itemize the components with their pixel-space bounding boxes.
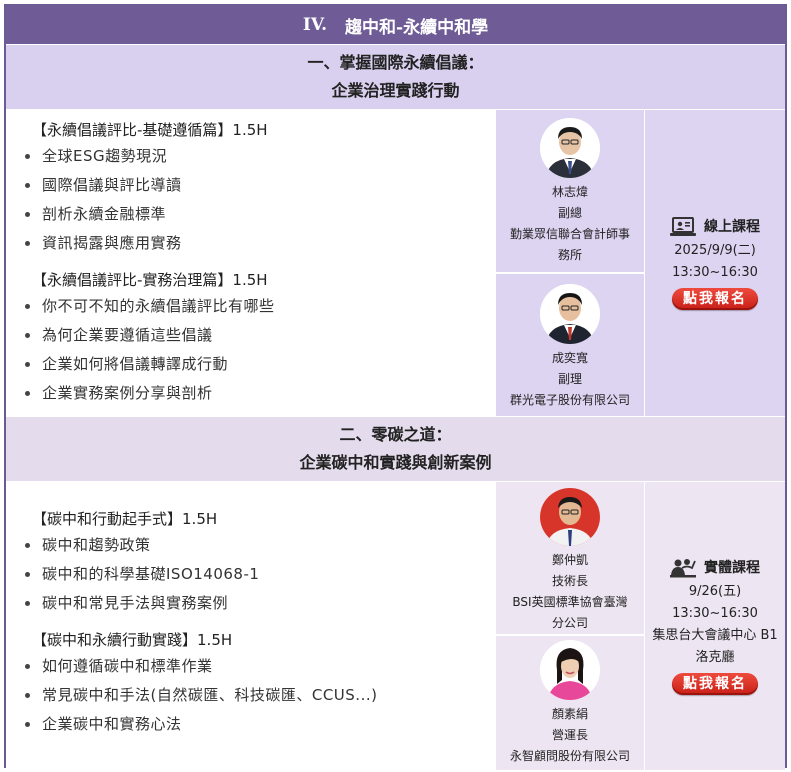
session-date: 2025/9/9(二): [674, 243, 756, 258]
session-time: 13:30~16:30: [672, 265, 758, 280]
speaker-name: 顏素絹: [551, 707, 588, 721]
section2-heading-line1: 二、零碳之道：: [339, 425, 452, 444]
session-mode: 線上課程: [670, 216, 760, 238]
speaker-card: 成奕寬 副理 群光電子股份有限公司: [495, 274, 645, 416]
avatar: [540, 284, 600, 344]
section1-heading-line2: 企業治理實踐行動: [331, 81, 460, 100]
speaker-org: BSI英國標準協會臺灣: [512, 595, 628, 609]
register-button[interactable]: 點我報名: [672, 673, 758, 695]
section1-heading: 一、掌握國際永續倡議： 企業治理實踐行動: [6, 44, 785, 110]
speaker-org: 分公司: [551, 616, 588, 630]
session-mode-label: 線上課程: [704, 219, 760, 235]
list-item: 企業實務案例分享與剖析: [22, 379, 495, 408]
section2-heading: 二、零碳之道： 企業碳中和實踐與創新案例: [6, 416, 785, 482]
avatar: [540, 640, 600, 700]
speaker-role: 副理: [557, 372, 582, 386]
list-item: 碳中和的科學基礎ISO14068-1: [22, 560, 495, 589]
section2-content: 【碳中和行動起手式】1.5H 碳中和趨勢政策 碳中和的科學基礎ISO14068-…: [6, 482, 495, 770]
session-info: 實體課程 9/26(五) 13:30~16:30 集思台大會議中心 B1 洛克廳…: [645, 482, 785, 770]
speaker-org: 勤業眾信聯合會計師事: [509, 227, 630, 241]
list-item: 為何企業要遵循這些倡議: [22, 321, 495, 350]
list-item: 你不可不知的永續倡議評比有哪些: [22, 292, 495, 321]
speaker-name: 鄭仲凱: [551, 553, 588, 567]
speaker-role: 技術長: [551, 574, 588, 588]
course-title: 【碳中和永續行動實踐】1.5H: [32, 631, 233, 649]
course-bullets: 你不可不知的永續倡議評比有哪些 為何企業要遵循這些倡議 企業如何將倡議轉譯成行動…: [22, 292, 495, 408]
section1-heading-line1: 一、掌握國際永續倡議：: [307, 53, 484, 72]
course-title: 【永續倡議評比-實務治理篇】1.5H: [32, 271, 268, 289]
list-item: 資訊揭露與應用實務: [22, 229, 495, 258]
title-number: IV.: [302, 15, 328, 35]
session-date: 9/26(五): [688, 584, 742, 599]
title-text: 趨中和-永續中和學: [345, 17, 489, 38]
avatar: [540, 118, 600, 178]
list-item: 碳中和趨勢政策: [22, 531, 495, 560]
list-item: 全球ESG趨勢現況: [22, 142, 495, 171]
section1-content: 【永續倡議評比-基礎遵循篇】1.5H 全球ESG趨勢現況 國際倡議與評比導讀 剖…: [6, 110, 495, 416]
course-bullets: 如何遵循碳中和標準作業 常見碳中和手法(自然碳匯、科技碳匯、CCUS...) 企…: [22, 652, 495, 739]
laptop-video-icon: [670, 217, 696, 236]
course-bullets: 全球ESG趨勢現況 國際倡議與評比導讀 剖析永續金融標準 資訊揭露與應用實務: [22, 142, 495, 258]
course-title: 【永續倡議評比-基礎遵循篇】1.5H: [32, 121, 268, 139]
list-item: 企業如何將倡議轉譯成行動: [22, 350, 495, 379]
page-title: IV. 趨中和-永續中和學: [6, 6, 785, 44]
list-item: 碳中和常見手法與實務案例: [22, 589, 495, 618]
speaker-card: 顏素絹 營運長 永智顧問股份有限公司: [495, 636, 645, 770]
course-title: 【碳中和行動起手式】1.5H: [32, 510, 218, 528]
speaker-card: 林志煒 副總 勤業眾信聯合會計師事 務所: [495, 110, 645, 274]
speaker-name: 成奕寬: [551, 351, 588, 365]
course-bullets: 碳中和趨勢政策 碳中和的科學基礎ISO14068-1 碳中和常見手法與實務案例: [22, 531, 495, 618]
speaker-card: 鄭仲凱 技術長 BSI英國標準協會臺灣 分公司: [495, 482, 645, 636]
session-venue: 集思台大會議中心 B1: [652, 628, 778, 643]
session-time: 13:30~16:30: [672, 606, 758, 621]
course-table: IV. 趨中和-永續中和學 一、掌握國際永續倡議： 企業治理實踐行動 【永續倡議…: [4, 4, 787, 770]
list-item: 如何遵循碳中和標準作業: [22, 652, 495, 681]
speaker-name: 林志煒: [551, 185, 588, 199]
session-mode-label: 實體課程: [704, 560, 760, 576]
speaker-org: 永智顧問股份有限公司: [509, 749, 630, 763]
people-audience-icon: [670, 559, 696, 578]
speaker-role: 營運長: [551, 728, 588, 742]
session-info: 線上課程 2025/9/9(二) 13:30~16:30 點我報名: [645, 110, 785, 416]
list-item: 國際倡議與評比導讀: [22, 171, 495, 200]
list-item: 常見碳中和手法(自然碳匯、科技碳匯、CCUS...): [22, 681, 495, 710]
speaker-org: 群光電子股份有限公司: [509, 393, 630, 407]
speaker-org: 務所: [557, 248, 582, 262]
avatar: [540, 488, 600, 546]
session-venue: 洛克廳: [695, 650, 735, 665]
speaker-role: 副總: [557, 206, 582, 220]
list-item: 剖析永續金融標準: [22, 200, 495, 229]
section2-heading-line2: 企業碳中和實踐與創新案例: [299, 453, 492, 472]
session-mode: 實體課程: [670, 557, 760, 579]
list-item: 企業碳中和實務心法: [22, 710, 495, 739]
register-button[interactable]: 點我報名: [672, 288, 758, 310]
